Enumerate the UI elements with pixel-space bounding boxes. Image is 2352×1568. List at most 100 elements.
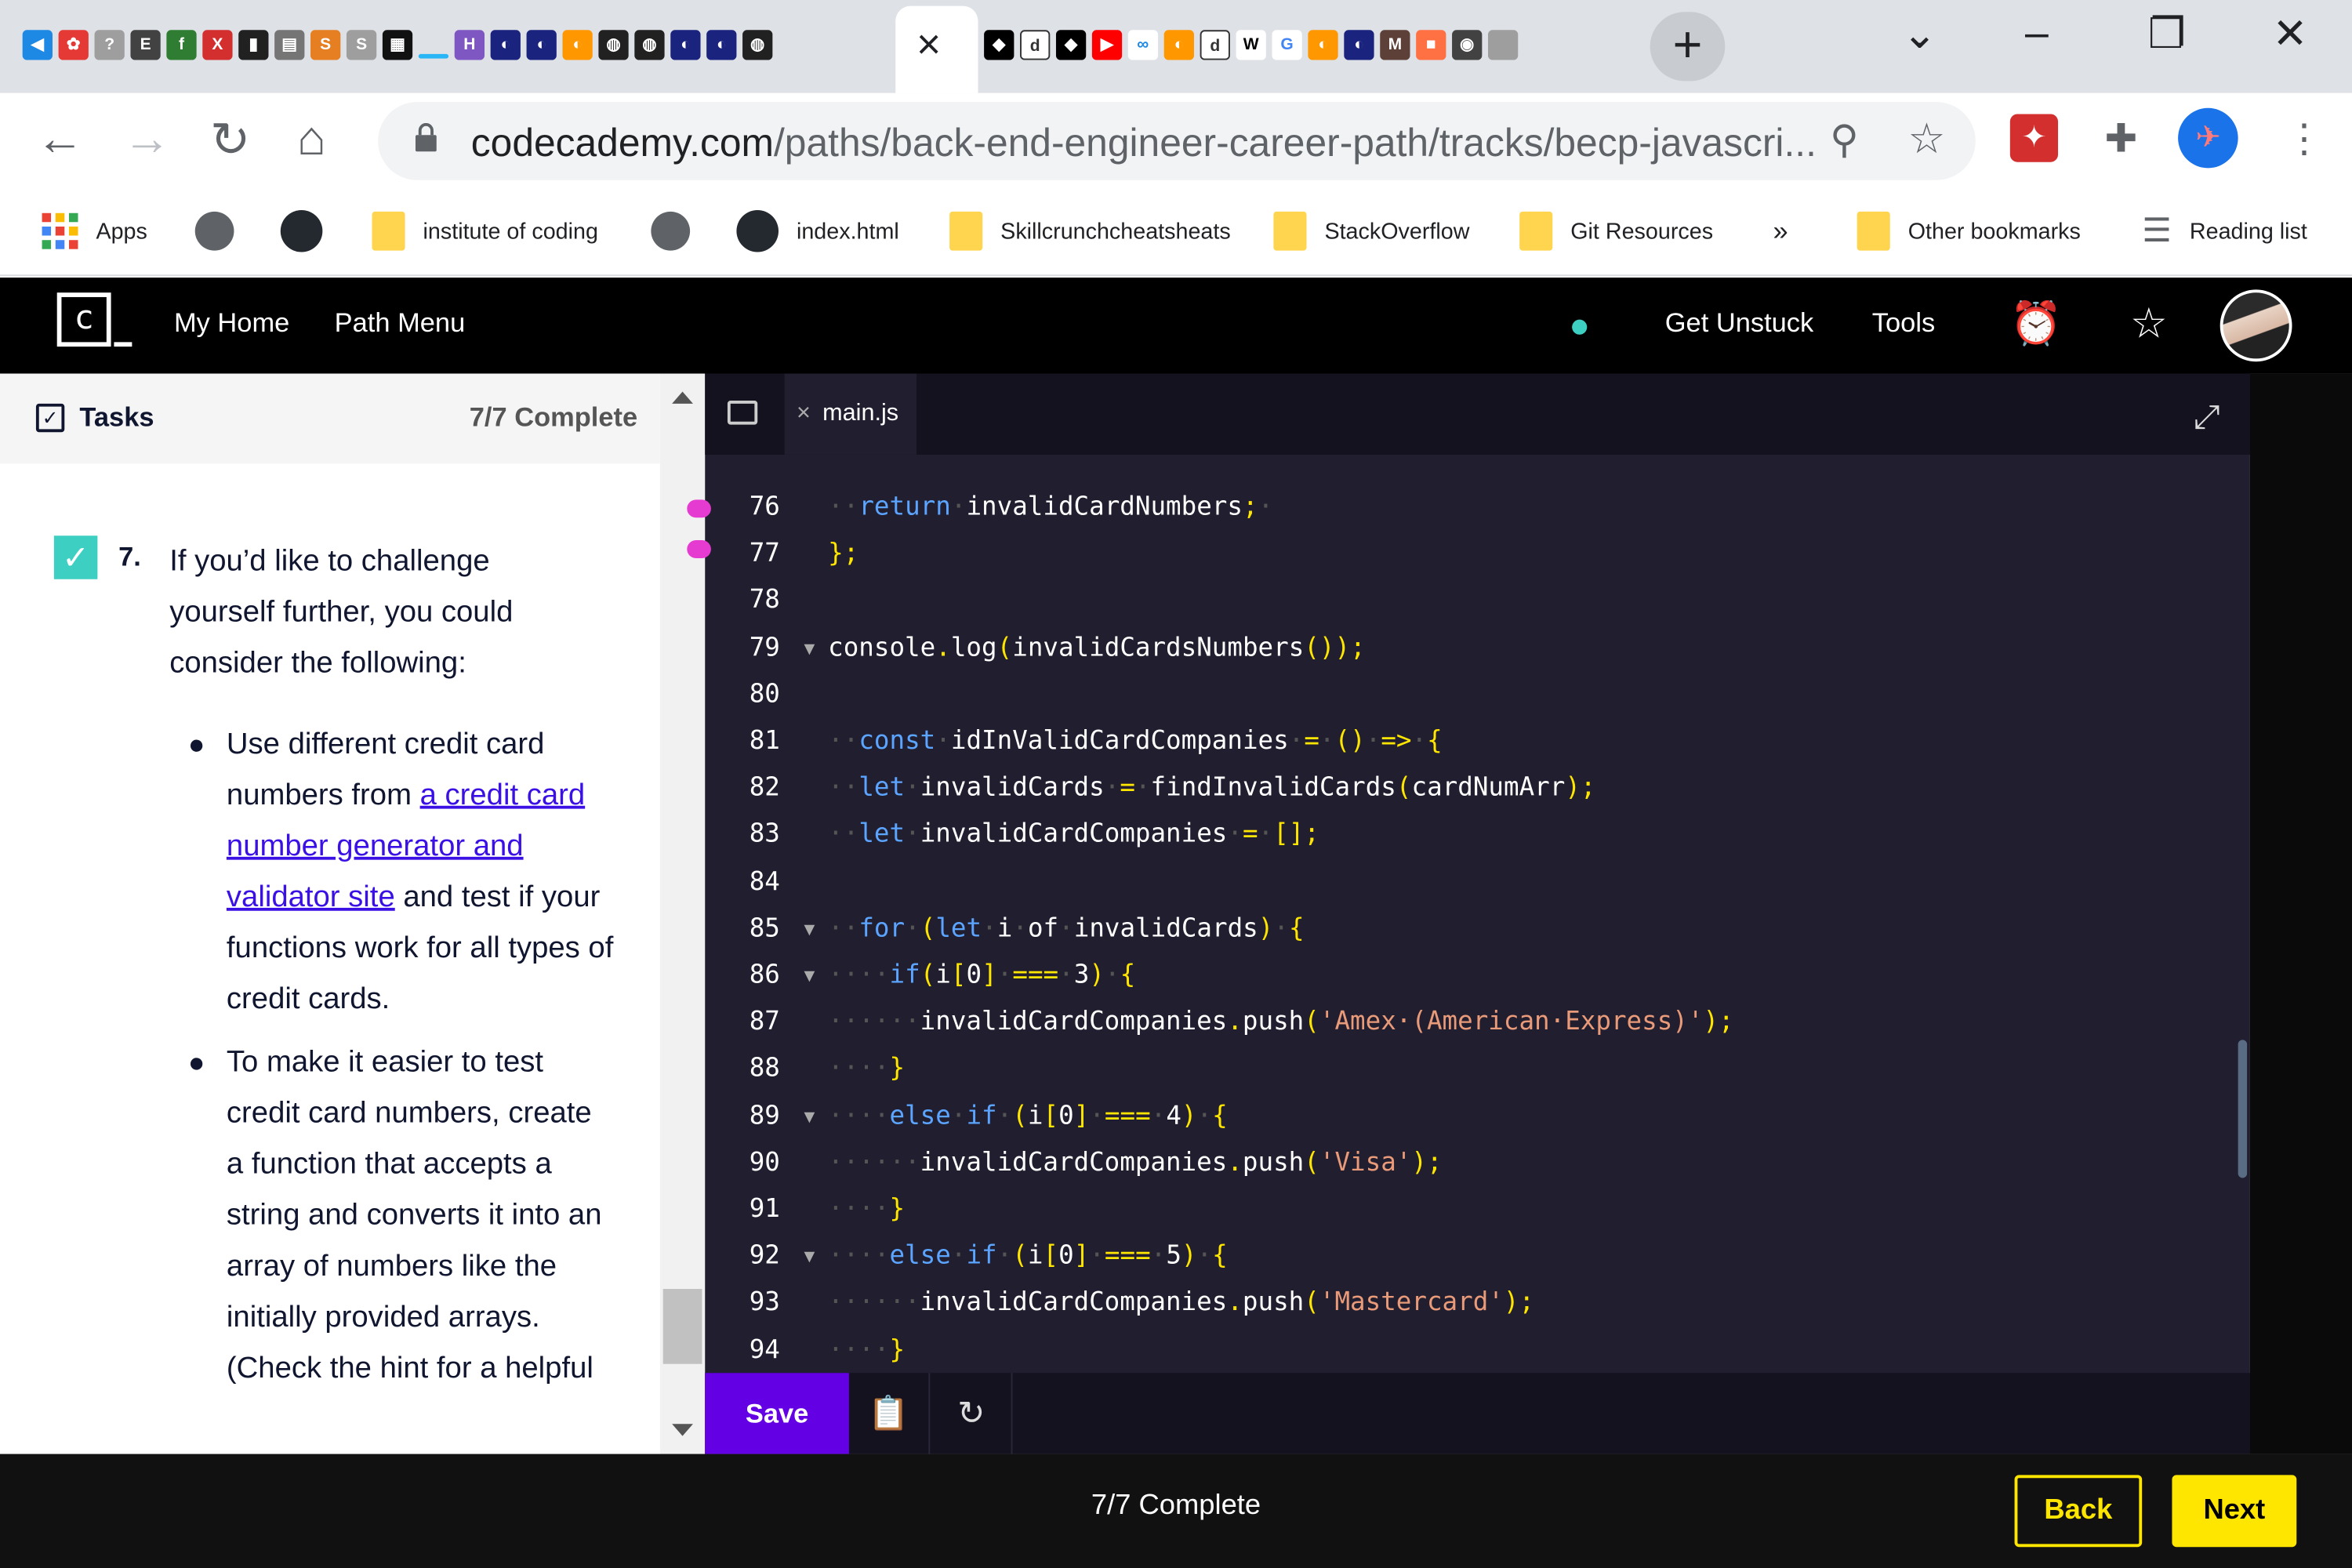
get-unstuck-button[interactable]: Get Unstuck bbox=[1665, 307, 1814, 339]
forward-arrow-icon[interactable]: → bbox=[123, 111, 171, 167]
home-icon[interactable]: ⌂ bbox=[297, 111, 326, 167]
reload-icon[interactable]: ↻ bbox=[210, 111, 250, 169]
bookmark-stackoverflow[interactable]: StackOverflow bbox=[1273, 210, 1469, 252]
next-button[interactable]: Next bbox=[2172, 1475, 2297, 1548]
fold-toggle-icon[interactable]: ▼ bbox=[804, 906, 815, 953]
bookmarks-overflow-button[interactable]: » bbox=[1773, 210, 1788, 252]
tab-favicon[interactable]: ▶ bbox=[1091, 18, 1123, 72]
tab-favicon[interactable]: ■ bbox=[1414, 18, 1447, 72]
editor-scrollbar[interactable] bbox=[2238, 1040, 2248, 1178]
alarm-icon[interactable]: ⏰ bbox=[2010, 299, 2063, 348]
back-button[interactable]: Back bbox=[2014, 1475, 2143, 1548]
bookmark-skillcrunch[interactable]: Skillcrunchcheatsheats bbox=[949, 210, 1231, 252]
active-tab[interactable]: × bbox=[895, 5, 978, 93]
profile-icon[interactable]: ✈ bbox=[2178, 107, 2238, 169]
code-line[interactable]: 82 ··let·invalidCards·=·findInvalidCards(… bbox=[705, 765, 2250, 811]
code-line[interactable]: 85 ▼ ··for·(let·i·of·invalidCards)·{ bbox=[705, 906, 2250, 953]
restore-icon[interactable]: ❐ bbox=[2148, 9, 2186, 58]
tab-favicon[interactable] bbox=[1486, 18, 1519, 72]
fold-toggle-icon[interactable]: ▼ bbox=[804, 953, 815, 999]
pdf-icon[interactable]: ✦ bbox=[2009, 114, 2059, 162]
code-line[interactable]: 81 ··const·idInValidCardCompanies·=·()·=>… bbox=[705, 719, 2250, 765]
my-home-link[interactable]: My Home bbox=[174, 307, 289, 339]
new-tab-button[interactable]: + bbox=[1650, 12, 1726, 82]
puzzle-icon[interactable]: ✚ bbox=[2097, 114, 2145, 162]
close-icon[interactable]: × bbox=[797, 401, 811, 426]
tab-favicon[interactable]: ◐ bbox=[669, 18, 702, 72]
tab-favicon[interactable]: ∞ bbox=[1127, 18, 1160, 72]
close-window-icon[interactable]: ✕ bbox=[2273, 9, 2308, 58]
tab-favicon[interactable]: G bbox=[1271, 18, 1304, 72]
tab-favicon[interactable]: ◆ bbox=[982, 18, 1015, 72]
save-button[interactable]: Save bbox=[705, 1373, 849, 1454]
tab-favicon[interactable]: ◀ bbox=[21, 18, 54, 72]
tab-favicon[interactable]: ◍ bbox=[741, 18, 774, 72]
code-line[interactable]: 79 ▼ console.log(invalidCardsNumbers()); bbox=[705, 625, 2250, 671]
code-line[interactable]: 89 ▼ ····else·if·(i[0]·===·4)·{ bbox=[705, 1093, 2250, 1139]
bookmark-github[interactable] bbox=[280, 209, 323, 252]
tab-favicon[interactable]: ? bbox=[93, 18, 126, 72]
path-menu-link[interactable]: Path Menu bbox=[335, 307, 466, 339]
tools-button[interactable]: Tools bbox=[1872, 307, 1935, 339]
tasks-header[interactable]: ✓ Tasks 7/7 Complete bbox=[0, 373, 660, 464]
bookmark-index-html[interactable]: index.html bbox=[736, 209, 899, 252]
bookmark-globe[interactable] bbox=[194, 210, 234, 252]
tab-favicon[interactable]: S bbox=[345, 18, 378, 72]
tab-favicon[interactable]: ◐ bbox=[1342, 18, 1375, 72]
copy-icon[interactable]: 📋 bbox=[849, 1373, 931, 1454]
tab-favicon[interactable]: ◐ bbox=[561, 18, 594, 72]
fold-toggle-icon[interactable]: ▼ bbox=[804, 1234, 815, 1280]
tab-favicon[interactable]: X bbox=[201, 18, 234, 72]
scroll-thumb[interactable] bbox=[662, 1289, 702, 1364]
folder-icon[interactable] bbox=[727, 401, 758, 425]
tab-favicon[interactable]: ◐ bbox=[705, 18, 738, 72]
code-line[interactable]: 91 ····} bbox=[705, 1187, 2250, 1233]
code-line[interactable]: 76 ··return·invalidCardNumbers;· bbox=[687, 485, 2250, 531]
close-tab-icon[interactable]: × bbox=[916, 21, 941, 69]
tab-favicon[interactable]: E bbox=[129, 18, 162, 72]
code-line[interactable]: 83 ··let·invalidCardCompanies·=·[]; bbox=[705, 812, 2250, 858]
tab-favicon[interactable]: ◐ bbox=[1163, 18, 1196, 72]
bookmark-star-icon[interactable]: ☆ bbox=[1908, 114, 1946, 163]
tab-favicon[interactable]: ◍ bbox=[633, 18, 666, 72]
code-line[interactable]: 94 ····} bbox=[705, 1327, 2250, 1374]
code-line[interactable]: 84 bbox=[705, 859, 2250, 906]
codecademy-logo[interactable]: c bbox=[56, 292, 111, 347]
task-checkbox[interactable]: ✓ bbox=[53, 535, 98, 579]
zoom-icon[interactable]: ⚲ bbox=[1830, 117, 1858, 163]
star-icon[interactable]: ☆ bbox=[2130, 299, 2168, 348]
tab-favicon[interactable]: f bbox=[165, 18, 198, 72]
bookmark-institute-of-coding[interactable]: institute of coding bbox=[372, 210, 598, 252]
tab-favicon[interactable]: d bbox=[1199, 18, 1232, 72]
code-line[interactable]: 80 bbox=[705, 672, 2250, 718]
tab-favicon[interactable]: d bbox=[1018, 18, 1051, 72]
tab-favicon[interactable]: W bbox=[1235, 18, 1268, 72]
tab-favicon[interactable]: ◆ bbox=[1054, 18, 1087, 72]
tab-favicon[interactable]: ◍ bbox=[597, 18, 630, 72]
tab-favicon[interactable]: H bbox=[453, 18, 486, 72]
tab-search-icon[interactable]: ⌄ bbox=[1902, 9, 1937, 58]
code-line[interactable]: 77}; bbox=[687, 532, 2250, 578]
tab-favicon[interactable] bbox=[417, 18, 450, 72]
tab-favicon[interactable]: ◉ bbox=[1450, 18, 1483, 72]
code-line[interactable]: 86 ▼ ····if(i[0]·===·3)·{ bbox=[705, 953, 2250, 999]
bookmark-apps[interactable]: Apps bbox=[42, 210, 147, 252]
tab-favicon[interactable]: ◐ bbox=[1306, 18, 1339, 72]
tab-favicon[interactable]: ✿ bbox=[57, 18, 90, 72]
menu-icon[interactable]: ⋮ bbox=[2280, 114, 2328, 162]
code-line[interactable]: 87 ······invalidCardCompanies.push('Amex·… bbox=[705, 1000, 2250, 1046]
file-tab[interactable]: × main.js bbox=[784, 373, 917, 455]
bookmark-globe[interactable] bbox=[651, 210, 691, 252]
refresh-icon[interactable]: ↻ bbox=[931, 1373, 1013, 1454]
avatar[interactable] bbox=[2220, 289, 2292, 362]
tab-favicon[interactable]: M bbox=[1378, 18, 1411, 72]
minimize-icon[interactable]: – bbox=[2025, 9, 2049, 56]
reading-list-button[interactable]: ☰ Reading list bbox=[2142, 210, 2307, 252]
code-line[interactable]: 78 bbox=[705, 579, 2250, 625]
tab-favicon[interactable]: S bbox=[309, 18, 342, 72]
expand-icon[interactable]: ⤢ bbox=[2194, 397, 2220, 437]
code-line[interactable]: 92 ▼ ····else·if·(i[0]·===·5)·{ bbox=[705, 1234, 2250, 1280]
scroll-up-icon[interactable] bbox=[672, 391, 693, 404]
tab-favicon[interactable]: ▤ bbox=[273, 18, 306, 72]
bookmark-other[interactable]: Other bookmarks bbox=[1857, 210, 2081, 252]
